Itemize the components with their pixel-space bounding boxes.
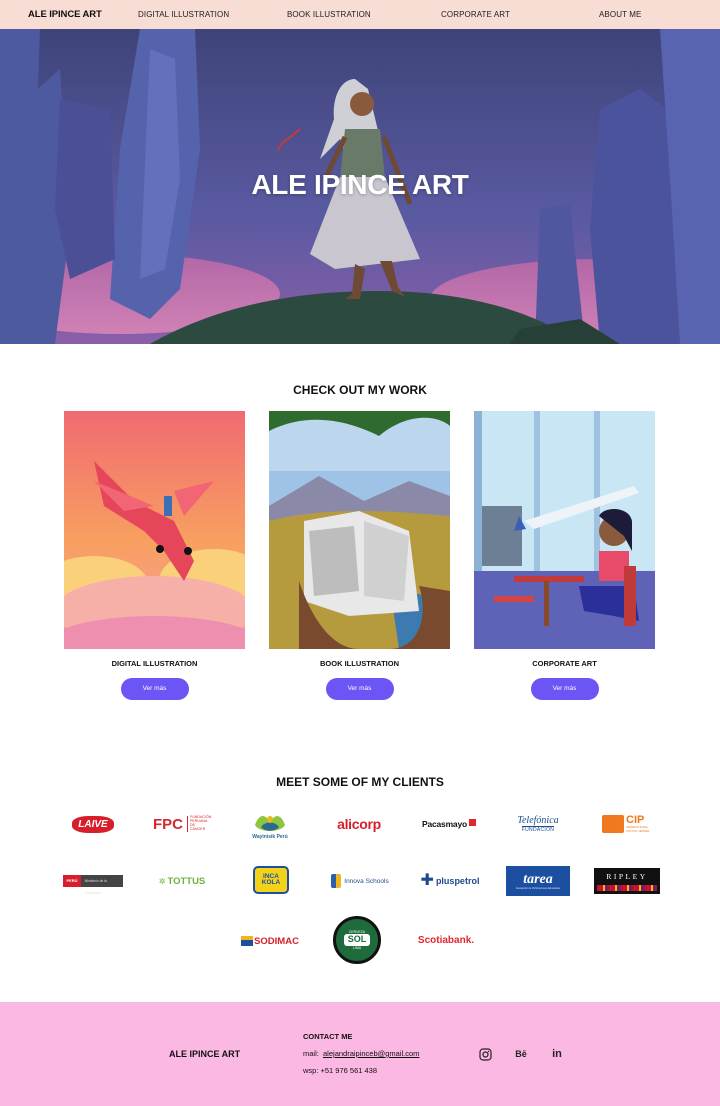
logo-wayinisik: Wayinisik Perú	[250, 806, 290, 846]
footer-brand: ALE IPINCE ART	[169, 1049, 241, 1059]
contact-heading: CONTACT ME	[303, 1032, 353, 1041]
nav-brand[interactable]: ALE IPINCE ART	[28, 9, 102, 20]
logo-cerveza-sol: CERVEZA SOL LIMA	[333, 916, 381, 964]
work-card-book: BOOK ILLUSTRATION Ver más	[269, 411, 450, 700]
ver-mas-button-corporate[interactable]: Ver más	[530, 678, 599, 700]
hero-banner: ALE IPINCE ART	[0, 29, 720, 344]
clients-section-title: MEET SOME OF MY CLIENTS	[276, 775, 444, 789]
nav-link-book-illustration[interactable]: BOOK ILLUSTRATION	[287, 10, 371, 19]
logo-sodimac: SODIMAC	[236, 932, 304, 950]
digital-illustration-image[interactable]	[64, 411, 245, 649]
logo-fpc: FPC FUNDACIÓN PERUANA DE CÁNCER	[153, 815, 212, 833]
work-card-corporate: CORPORATE ART Ver más	[474, 411, 655, 700]
mail-label: mail:	[303, 1049, 319, 1058]
nav-link-corporate-art[interactable]: CORPORATE ART	[441, 10, 510, 19]
book-illustration-image[interactable]	[269, 411, 450, 649]
logo-pluspetrol: ✚ pluspetrol	[420, 872, 480, 889]
logo-alicorp: alicorp	[337, 816, 381, 832]
footer: ALE IPINCE ART CONTACT ME mail: alejandr…	[0, 1002, 720, 1106]
top-nav: ALE IPINCE ART DIGITAL ILLUSTRATION BOOK…	[0, 0, 720, 29]
logo-ripley: RIPLEY	[594, 868, 660, 894]
work-card-digital: DIGITAL ILLUSTRATION Ver más	[64, 411, 245, 700]
linkedin-icon[interactable]: in	[550, 1047, 564, 1061]
nav-link-about-me[interactable]: ABOUT ME	[599, 10, 641, 19]
logo-inca-kola: INCA KOLA	[253, 866, 289, 894]
logo-innova-schools: Innova Schools	[326, 872, 394, 890]
contact-mail: mail: alejandraipinceb@gmail.com	[303, 1049, 419, 1058]
hero-title: ALE IPINCE ART	[251, 169, 469, 200]
logo-pacasmayo: Pacasmayo	[418, 815, 480, 833]
logo-cip: CIP INTERNATIONAL POTATO CENTER	[600, 812, 656, 836]
nav-link-digital-illustration[interactable]: DIGITAL ILLUSTRATION	[138, 10, 229, 19]
wayinisik-emblem	[255, 815, 285, 831]
logo-scotiabank: Scotiabank.	[417, 934, 475, 946]
logo-produce: PERÚ Ministerio de la Producción	[60, 874, 126, 895]
card-title-book: BOOK ILLUSTRATION	[319, 659, 400, 668]
contact-phone: wsp: +51 976 561 438	[303, 1066, 378, 1075]
ver-mas-button-book[interactable]: Ver más	[325, 678, 394, 700]
logo-laive: LAIVE	[70, 812, 116, 836]
logo-telefonica: Telefónica FUNDACIÓN	[517, 815, 559, 833]
behance-icon[interactable]: Bē	[514, 1047, 528, 1061]
ver-mas-button-digital[interactable]: Ver más	[120, 678, 189, 700]
mail-link[interactable]: alejandraipinceb@gmail.com	[323, 1049, 419, 1058]
logo-tottus: ✲ TOTTUS	[158, 875, 206, 887]
logo-tarea: tarea Asociación de Publicaciones Educat…	[506, 866, 570, 896]
instagram-icon[interactable]	[478, 1047, 492, 1061]
work-section-title: CHECK OUT MY WORK	[293, 383, 427, 397]
card-title-corporate: CORPORATE ART	[532, 659, 597, 668]
corporate-art-image[interactable]	[474, 411, 655, 649]
card-title-digital: DIGITAL ILLUSTRATION	[111, 659, 198, 668]
